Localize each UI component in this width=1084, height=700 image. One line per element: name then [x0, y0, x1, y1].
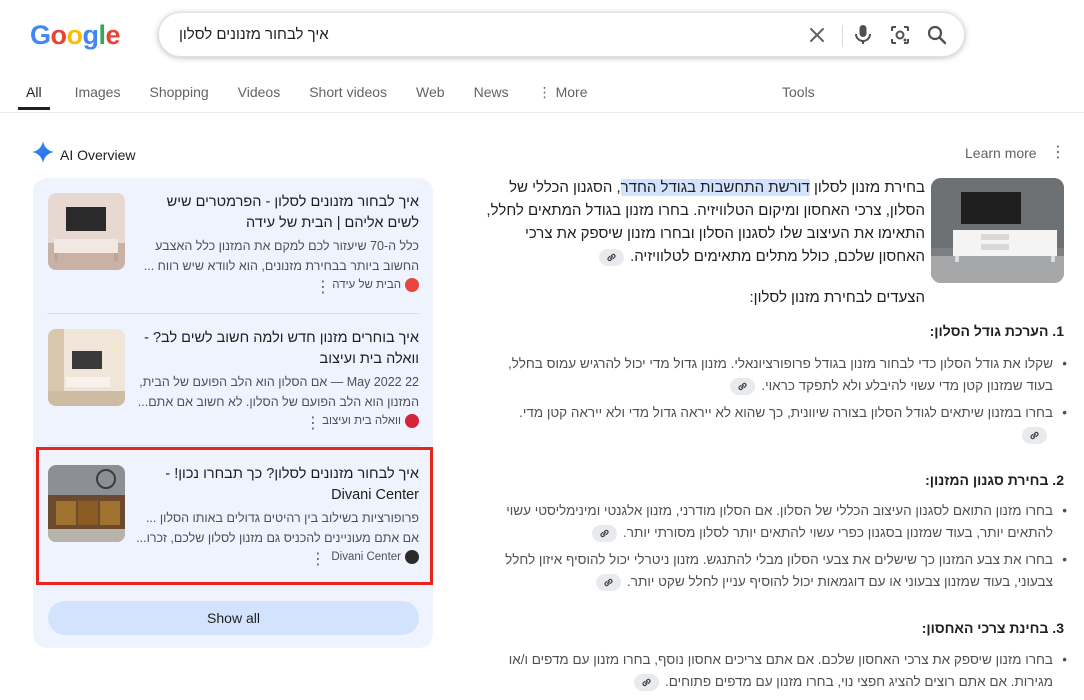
list-item-text: בחרו במזנון שיתאים לגודל הסלון בצורה שיו…: [519, 405, 1053, 420]
divider: [842, 25, 843, 47]
source-site-name: הבית של עידה: [332, 279, 401, 291]
tab-images[interactable]: Images: [71, 82, 125, 110]
section-heading: 1. הערכת גודל הסלון:: [929, 323, 1064, 339]
site-favicon-icon: [405, 414, 419, 428]
tab-all[interactable]: All: [18, 82, 50, 110]
search-icon[interactable]: [925, 23, 949, 47]
list-item: בחרו את צבע המזנון כך שישלים את צבעי הסל…: [505, 549, 1067, 593]
list-item-text: בחרו מזנון שיספק את צרכי האחסון שלכם. אם…: [508, 652, 1053, 689]
source-site-name: וואלה בית ועיצוב: [322, 415, 401, 427]
search-input[interactable]: [179, 13, 799, 56]
tab-web[interactable]: Web: [412, 82, 449, 110]
list-item: בחרו מזנון שיספק את צרכי האחסון שלכם. אם…: [505, 649, 1067, 693]
link-icon[interactable]: [599, 248, 625, 266]
microphone-icon[interactable]: [851, 23, 875, 47]
link-icon[interactable]: [596, 573, 622, 591]
google-logo[interactable]: Google: [30, 20, 121, 51]
source-title[interactable]: איך בוחרים מזנון חדש ולמה חשוב לשים לב? …: [134, 328, 419, 370]
list-item: בחרו מזנון התואם לסגנון העיצוב הכללי של …: [505, 500, 1067, 544]
source-title[interactable]: איך לבחור מזנונים לסלון - הפרמטרים שיש ל…: [134, 192, 419, 234]
tabs-divider: [0, 112, 1084, 113]
source-card[interactable]: איך לבחור מזנונים לסלון - הפרמטרים שיש ל…: [33, 178, 433, 308]
link-icon[interactable]: [592, 524, 618, 542]
search-tabs: All Images Shopping Videos Short videos …: [18, 82, 613, 112]
list-item: שקלו את גודל הסלון כדי לבחור מזנון בגודל…: [505, 353, 1067, 397]
more-dots-icon: ⋮: [537, 84, 552, 100]
clear-icon[interactable]: [805, 23, 829, 47]
source-site[interactable]: הבית של עידה: [332, 278, 419, 292]
sparkle-icon: [32, 141, 54, 168]
source-menu-icon[interactable]: ⋮: [305, 416, 321, 432]
divider: [47, 445, 419, 446]
section-heading: 3. בחינת צרכי האחסון:: [921, 620, 1064, 636]
source-snippet: כלל ה-70 שיעזור לכם למקם את המזנון כלל ה…: [143, 239, 419, 273]
selection-highlight: [36, 447, 433, 585]
section-heading: 2. בחירת סגנון המזנון:: [925, 472, 1064, 488]
learn-more-link[interactable]: Learn more: [965, 145, 1037, 161]
ai-overview-menu-icon[interactable]: ⋮: [1050, 145, 1066, 161]
link-icon[interactable]: [633, 673, 659, 691]
tab-news[interactable]: News: [470, 82, 513, 110]
tab-videos[interactable]: Videos: [234, 82, 285, 110]
camera-lens-icon[interactable]: [888, 23, 912, 47]
tools-button[interactable]: Tools: [782, 84, 815, 100]
source-thumbnail: [48, 329, 125, 406]
summary-text: בחירת מזנון לסלון: [809, 179, 925, 196]
list-item-text: בחרו מזנון התואם לסגנון העיצוב הכללי של …: [506, 503, 1053, 540]
show-all-button[interactable]: Show all: [48, 601, 419, 635]
source-snippet: 22 May 2022 — אם הסלון הוא הלב הפועם של …: [137, 375, 419, 409]
ai-overview-summary: בחירת מזנון לסלון דורשת התחשבות בגודל הח…: [485, 176, 925, 268]
steps-title: הצעדים לבחירת מזנון לסלון:: [749, 289, 926, 306]
tab-more-label: More: [555, 84, 588, 100]
ai-overview-title: AI Overview: [60, 146, 136, 163]
list-item-text: בחרו את צבע המזנון כך שישלים את צבעי הסל…: [505, 552, 1053, 589]
site-favicon-icon: [405, 278, 419, 292]
tab-shopping[interactable]: Shopping: [145, 82, 212, 110]
tab-short-videos[interactable]: Short videos: [305, 82, 391, 110]
tab-more[interactable]: ⋮ More: [534, 82, 592, 110]
source-card[interactable]: איך בוחרים מזנון חדש ולמה חשוב לשים לב? …: [33, 314, 433, 444]
ai-overview-header: AI Overview: [32, 141, 135, 168]
link-icon[interactable]: [730, 377, 756, 395]
summary-highlight[interactable]: דורשת התחשבות בגודל החדר: [620, 179, 810, 196]
list-item: בחרו במזנון שיתאים לגודל הסלון בצורה שיו…: [505, 402, 1067, 446]
source-site[interactable]: וואלה בית ועיצוב: [322, 414, 419, 428]
answer-image[interactable]: [931, 178, 1064, 283]
search-box: [158, 12, 965, 57]
source-thumbnail: [48, 193, 125, 270]
link-icon[interactable]: [1022, 426, 1047, 444]
list-item-text: שקלו את גודל הסלון כדי לבחור מזנון בגודל…: [508, 356, 1053, 393]
source-menu-icon[interactable]: ⋮: [315, 280, 331, 296]
